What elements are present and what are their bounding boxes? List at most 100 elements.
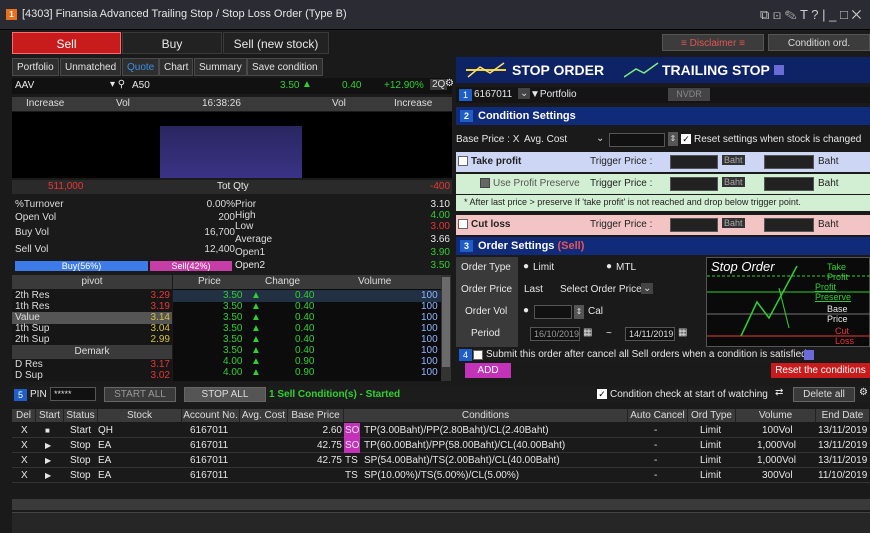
calendar-icon[interactable]: ▦ — [678, 327, 687, 338]
limit-radio[interactable]: ● — [523, 261, 529, 272]
start-toggle[interactable]: ■ — [45, 423, 50, 438]
stepper[interactable]: ⇕ — [668, 132, 678, 146]
order-settings-header: 3 Order Settings (Sell) — [456, 237, 870, 255]
help-icon[interactable] — [774, 65, 784, 75]
symbol[interactable]: AAV — [15, 80, 34, 91]
table-row[interactable]: X ▶ Stop EA 6167011 42.75 SO TP(60.00Bah… — [12, 438, 870, 453]
window-controls[interactable]: ⧉ ⊡ ✎ T ? | _ □ ✕ — [760, 7, 861, 23]
horizontal-scrollbar[interactable] — [12, 499, 870, 510]
stat-value-2: 3.90 — [430, 247, 450, 258]
take-profit-checkbox[interactable] — [458, 156, 468, 166]
cut-loss-checkbox[interactable] — [458, 219, 468, 229]
tab-buy[interactable]: Buy — [122, 32, 222, 54]
tab-save-condition[interactable]: Save condition — [247, 58, 323, 76]
account-select[interactable]: 6167011 — [474, 89, 512, 100]
stepper[interactable]: ⇕ — [574, 305, 584, 319]
gear-icon[interactable]: ⚙ — [445, 78, 454, 89]
condition-check-checkbox[interactable]: ✓ — [597, 389, 607, 399]
tab-chart[interactable]: Chart — [159, 58, 194, 76]
tab-portfolio[interactable]: Portfolio — [12, 58, 59, 76]
tab-quote[interactable]: Quote — [122, 58, 160, 76]
avg-cost-select[interactable]: Avg. Cost — [524, 134, 567, 145]
unit-select[interactable]: Baht — [722, 218, 745, 228]
col-del: Del — [12, 409, 36, 422]
profit-preserve-checkbox[interactable] — [480, 178, 490, 188]
tab-summary[interactable]: Summary — [194, 58, 247, 76]
ticks-scrollbar[interactable] — [441, 275, 451, 381]
sell-ratio-bar: Sell(42%) — [150, 261, 232, 271]
delete-icon[interactable]: X — [21, 438, 28, 453]
portfolio-select[interactable]: ▼Portfolio — [530, 89, 577, 100]
reset-checkbox[interactable]: ✓ — [681, 134, 691, 144]
select-order-price[interactable]: Select Order Price — [560, 284, 642, 295]
condition-ord-button[interactable]: Condition ord. — [768, 34, 870, 51]
take-profit-label: Take profit — [471, 156, 522, 167]
tab-unmatched[interactable]: Unmatched — [60, 58, 122, 76]
row-volume: 100Vol — [762, 425, 793, 436]
chevron-down-icon[interactable]: ⌄ — [596, 133, 604, 144]
ticks-list: 3.50 ▲ 0.40 100 3.50 ▲ 0.40 100 3.50 ▲ 0.40 100 3… — [173, 289, 441, 381]
take-profit-trigger-input[interactable] — [670, 155, 718, 169]
cut-loss-value-input[interactable] — [764, 218, 814, 232]
gear-icon[interactable]: ⚙ — [859, 387, 868, 398]
tab-sell[interactable]: Sell — [12, 32, 121, 54]
date-to-input[interactable]: 14/11/2019 — [625, 327, 675, 341]
condition-settings-title: Condition Settings — [478, 110, 576, 122]
reset-conditions-button[interactable]: Reset the conditions — [771, 363, 870, 378]
add-button[interactable]: ADD — [465, 363, 511, 378]
delete-icon[interactable]: X — [21, 423, 28, 438]
search-icon[interactable]: ▾ ⚲ — [110, 79, 125, 90]
trailing-stop-tab[interactable]: TRAILING STOP — [662, 62, 770, 78]
row-volume: 1,000Vol — [757, 455, 796, 466]
account-row: 1 6167011 ⌄ ▼Portfolio NVDR — [456, 87, 870, 103]
date-from-input[interactable]: 16/10/2019 — [530, 327, 580, 341]
unit-select[interactable]: Baht — [722, 155, 745, 165]
vol-radio[interactable]: ● — [523, 305, 529, 316]
submit-checkbox[interactable] — [473, 350, 483, 360]
col-avg-cost: Avg. Cost — [240, 409, 288, 422]
scrollbar-thumb[interactable] — [442, 277, 450, 367]
table-row[interactable]: X ■ Start QH 6167011 2.60 SO TP(3.00Baht… — [12, 423, 870, 438]
depth-time: 16:38:26 — [202, 98, 241, 109]
condition-status: 1 Sell Condition(s) - Started — [269, 389, 401, 400]
start-all-button[interactable]: START ALL — [104, 387, 176, 402]
order-vol-input[interactable] — [534, 305, 572, 319]
start-toggle[interactable]: ▶ — [45, 438, 51, 453]
cut-loss-trigger-input[interactable] — [670, 218, 718, 232]
mtl-radio[interactable]: ● — [606, 261, 612, 272]
chevron-down-icon[interactable]: ⌄ — [641, 283, 654, 294]
depth-vol: Vol — [116, 98, 130, 109]
row-account: 6167011 — [190, 470, 229, 481]
preserve-value-input[interactable] — [764, 177, 814, 191]
preserve-trigger-input[interactable] — [670, 177, 718, 191]
profit-preserve-label: Use Profit Preserve — [493, 178, 580, 189]
tab-sell-new-stock[interactable]: Sell (new stock) — [223, 32, 329, 54]
stat-key-2: Average — [235, 234, 273, 245]
delete-all-button[interactable]: Delete all — [793, 387, 855, 402]
cal-button[interactable]: Cal — [588, 306, 603, 317]
pin-input[interactable]: ***** — [50, 387, 96, 401]
take-profit-value-input[interactable] — [764, 155, 814, 169]
tot-qty-row: 511,000 Tot Qty -400 — [12, 180, 452, 194]
quote-row: AAV ▾ ⚲ A50 3.50 ▲ 0.40 +12.90% 2Q ⚙ — [12, 78, 454, 94]
stop-order-tab[interactable]: STOP ORDER — [512, 62, 604, 78]
search-field[interactable]: A50 — [132, 80, 150, 91]
refresh-icon[interactable]: ⇄ — [775, 387, 783, 398]
calendar-icon[interactable]: ▦ — [583, 327, 592, 338]
table-row[interactable]: X ▶ Stop EA 6167011 TS SP(10.00%)/TS(5.0… — [12, 468, 870, 483]
depth-vol-2: Vol — [332, 98, 346, 109]
disclaimer-button[interactable]: ≡ Disclaimer ≡ — [662, 34, 764, 51]
base-price-input[interactable] — [609, 133, 665, 147]
start-toggle[interactable]: ▶ — [45, 453, 51, 468]
stop-all-button[interactable]: STOP ALL — [184, 387, 266, 402]
unit-select[interactable]: Baht — [722, 177, 745, 187]
nvdr-checkbox[interactable]: NVDR — [668, 88, 710, 101]
table-row[interactable]: X ▶ Stop EA 6167011 42.75 TS SP(54.00Bah… — [12, 453, 870, 468]
delete-icon[interactable]: X — [21, 468, 28, 483]
help-icon[interactable] — [804, 350, 814, 360]
ticks-price-header: Price — [198, 276, 221, 287]
start-toggle[interactable]: ▶ — [45, 468, 51, 483]
last-label: Last — [524, 284, 543, 295]
delete-icon[interactable]: X — [21, 453, 28, 468]
chevron-down-icon[interactable]: ⌄ — [518, 88, 531, 99]
